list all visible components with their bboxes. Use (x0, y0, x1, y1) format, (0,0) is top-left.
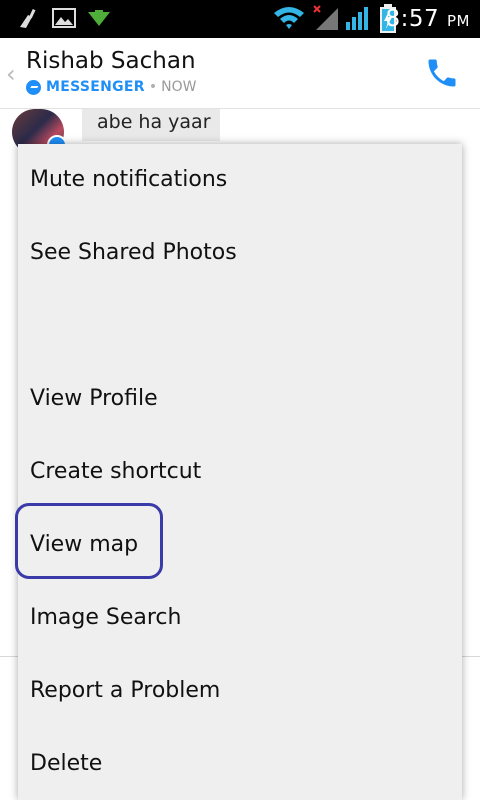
highlight-box (15, 503, 163, 579)
menu-item-view-profile[interactable]: View Profile (18, 369, 462, 429)
wifi-icon (274, 7, 304, 29)
phone-call-icon[interactable] (424, 55, 460, 91)
image-icon (52, 8, 76, 28)
menu-item-see-shared-photos[interactable]: See Shared Photos (18, 223, 462, 283)
contact-name[interactable]: Rishab Sachan (26, 48, 196, 74)
status-bar: 8:57 PM (0, 0, 480, 38)
signal-icon (346, 7, 368, 30)
presence-status: NOW (161, 79, 197, 95)
menu-item-delete[interactable]: Delete (18, 734, 462, 794)
menu-item-report-a-problem[interactable]: Report a Problem (18, 661, 462, 721)
conversation-header: ‹ Rishab Sachan MESSENGER • NOW (0, 38, 480, 109)
contact-subtitle: MESSENGER • NOW (26, 79, 196, 95)
context-menu: Mute notifications See Shared Photos Vie… (18, 144, 462, 800)
menu-item-empty (18, 296, 462, 356)
message-bubble[interactable]: abe ha yaar (82, 109, 220, 141)
separator-dot: • (148, 79, 158, 95)
menu-item-image-search[interactable]: Image Search (18, 588, 462, 648)
no-signal-icon (313, 5, 338, 30)
broom-icon (20, 8, 36, 28)
menu-item-create-shortcut[interactable]: Create shortcut (18, 442, 462, 502)
clock: 8:57 PM (385, 6, 470, 32)
messenger-label: MESSENGER (46, 79, 145, 95)
menu-item-mute-notifications[interactable]: Mute notifications (18, 150, 462, 210)
download-icon (88, 10, 110, 26)
messenger-icon (26, 79, 41, 95)
back-chevron-icon[interactable]: ‹ (6, 60, 16, 88)
